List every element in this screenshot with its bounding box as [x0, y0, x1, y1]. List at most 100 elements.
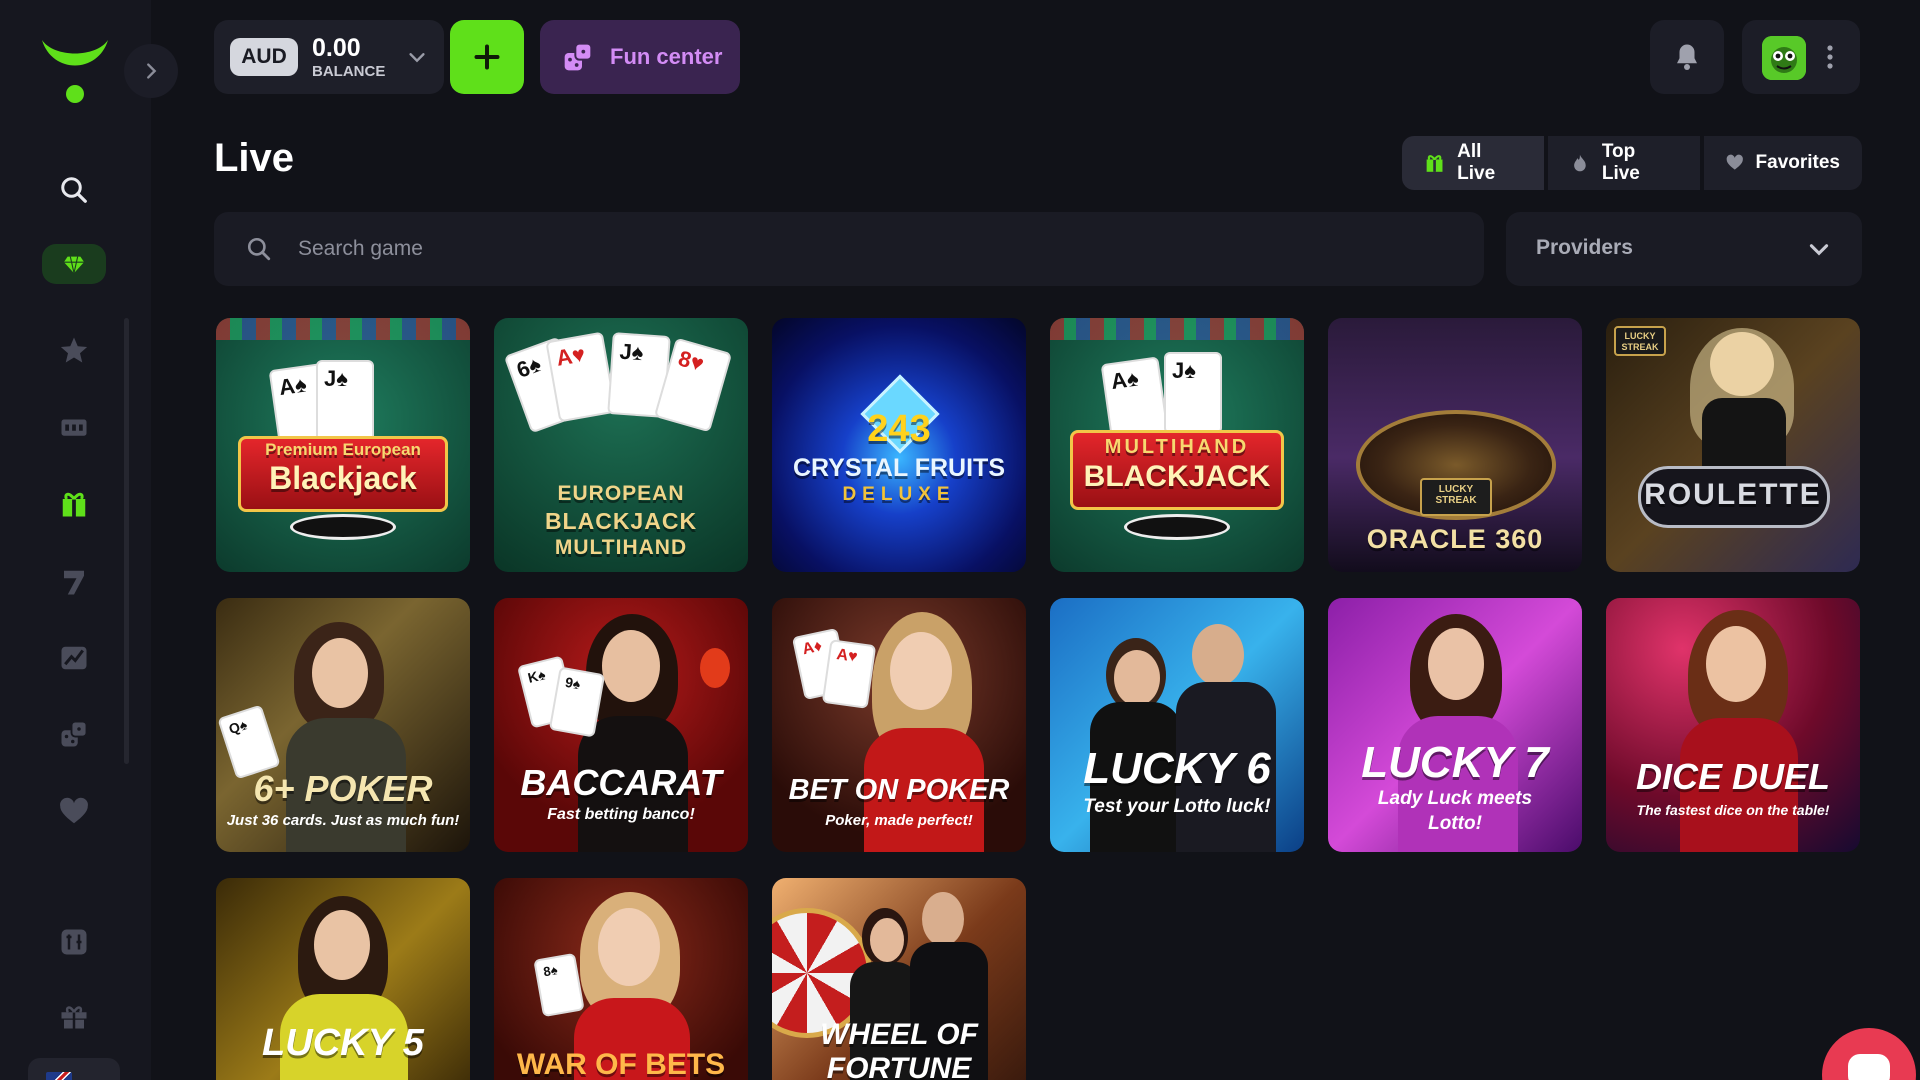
plus-icon — [474, 44, 500, 70]
heart-icon[interactable] — [50, 788, 98, 836]
game-title: LUCKY 5 — [262, 1022, 424, 1064]
profile-menu[interactable] — [1742, 20, 1860, 94]
providers-dropdown[interactable]: Providers — [1506, 212, 1862, 286]
tab-all-live-label: All Live — [1457, 141, 1496, 184]
chevron-down-icon — [1809, 244, 1829, 256]
game-tile[interactable]: A♦ A♥ BET ON POKER Poker, made perfect! — [772, 598, 1026, 852]
notifications-button[interactable] — [1650, 20, 1724, 94]
playing-card-icon: A♥ — [821, 639, 877, 709]
game-title: ORACLE 360 — [1366, 524, 1544, 554]
flame-icon — [1574, 154, 1586, 172]
game-subtitle: Fast betting banco! — [547, 806, 695, 823]
dealer-portrait — [922, 892, 964, 946]
live-chat-button[interactable] — [1822, 1028, 1916, 1080]
game-tile[interactable]: A♠ J♠ Premium European Blackjack — [216, 318, 470, 572]
dealer-portrait — [598, 908, 660, 986]
balance-selector[interactable]: AUD 0.00 BALANCE — [214, 20, 444, 94]
playing-card-icon: J♠ — [1164, 352, 1222, 434]
dice-icon[interactable] — [50, 710, 98, 758]
tab-favorites-label: Favorites — [1755, 152, 1840, 173]
fun-center-button[interactable]: Fun center — [540, 20, 740, 94]
game-tile[interactable]: A♠ J♠ MULTIHAND BLACKJACK — [1050, 318, 1304, 572]
game-tile[interactable]: LUCKY 7 Lady Luck meets Lotto! — [1328, 598, 1582, 852]
playing-card-icon: J♠ — [316, 360, 374, 442]
game-tile[interactable]: 6♠ A♥ J♠ 8♥ EUROPEAN BLACKJACK MULTIHAND — [494, 318, 748, 572]
chip-icon — [290, 514, 396, 540]
playing-card-icon: 8♠ — [533, 952, 585, 1018]
chips-decoration — [216, 318, 470, 340]
game-title: BET ON POKER — [788, 774, 1010, 806]
gem-icon[interactable] — [42, 244, 106, 284]
game-title: Blackjack — [269, 460, 417, 496]
star-icon[interactable] — [50, 326, 98, 374]
sidebar-expand-button[interactable] — [124, 44, 178, 98]
search-box — [214, 212, 1484, 286]
gift-icon[interactable] — [50, 480, 98, 528]
game-title-top: EUROPEAN — [557, 482, 685, 505]
bell-icon — [1677, 44, 1697, 70]
tab-all-live[interactable]: All Live — [1402, 136, 1544, 190]
deposit-button[interactable] — [450, 20, 524, 94]
heart-icon — [1726, 154, 1743, 170]
balance-label: BALANCE — [312, 63, 386, 80]
search-input[interactable] — [298, 212, 1448, 286]
dice-icon — [564, 42, 593, 71]
chevron-down-icon — [409, 53, 425, 63]
trend-icon[interactable] — [50, 634, 98, 682]
game-subtitle: Test your Lotto luck! — [1083, 796, 1271, 817]
game-title: ROULETTE — [1644, 478, 1822, 511]
dealer-portrait — [1114, 650, 1160, 706]
dealer-portrait — [312, 638, 368, 708]
seven-icon[interactable] — [50, 558, 98, 606]
game-title: LUCKY 7 — [1361, 738, 1549, 787]
game-title: LUCKY 6 — [1083, 744, 1271, 793]
more-options-icon[interactable] — [1826, 44, 1834, 70]
sidebar — [0, 0, 151, 1080]
language-selector[interactable] — [28, 1058, 120, 1080]
search-icon[interactable] — [50, 166, 98, 214]
game-tile[interactable]: K♠ 9♠ BACCARAT Fast betting banco! — [494, 598, 748, 852]
game-tile[interactable]: WHEEL OF FORTUNE — [772, 878, 1026, 1080]
ticket-icon[interactable] — [50, 403, 98, 451]
game-subtitle: Lady Luck meets Lotto! — [1377, 788, 1533, 834]
page-title: Live — [214, 136, 295, 180]
chip-icon — [1124, 514, 1230, 540]
lantern-icon — [700, 648, 730, 688]
lucky-streak-badge: LUCKY STREAK — [1614, 326, 1666, 356]
lucky-streak-badge: LUCKY STREAK — [1420, 478, 1492, 516]
fun-center-label: Fun center — [610, 44, 723, 69]
dealer-portrait — [314, 910, 370, 980]
gift-icon — [1426, 155, 1443, 172]
game-tile[interactable]: 243 CRYSTAL FRUITS DELUXE — [772, 318, 1026, 572]
game-tile[interactable]: LUCKY STREAK ORACLE 360 — [1328, 318, 1582, 572]
avatar[interactable] — [1762, 36, 1806, 80]
game-tile[interactable]: 8♠ WAR OF BETS — [494, 878, 748, 1080]
game-subtitle: The fastest dice on the table! — [1636, 802, 1830, 818]
sidebar-scrollbar[interactable] — [124, 318, 129, 764]
game-subtitle: Poker, made perfect! — [825, 812, 973, 829]
game-title: DICE DUEL — [1635, 756, 1830, 797]
filter-tabs: All Live Top Live Favorites — [1402, 136, 1862, 190]
currency-badge: AUD — [230, 38, 298, 76]
game-title: BLACKJACK — [1083, 460, 1271, 493]
chat-bubble-icon — [1848, 1054, 1890, 1080]
providers-label: Providers — [1536, 236, 1633, 259]
balance-amount: 0.00 — [312, 34, 361, 62]
tab-top-live-label: Top Live — [1601, 141, 1640, 184]
present-icon[interactable] — [50, 992, 98, 1040]
tab-top-live[interactable]: Top Live — [1548, 136, 1700, 190]
game-title: BLACKJACK — [544, 508, 698, 534]
dealer-portrait — [1428, 628, 1484, 700]
game-tile[interactable]: Q♠ 6+ POKER Just 36 cards. Just as much … — [216, 598, 470, 852]
game-tile[interactable]: LUCKY STREAK ROULETTE — [1606, 318, 1860, 572]
game-title-top: MULTIHAND — [1104, 436, 1250, 458]
game-tile[interactable]: LUCKY 5 — [216, 878, 470, 1080]
dealer-portrait — [1192, 624, 1244, 686]
game-tile[interactable]: DICE DUEL The fastest dice on the table! — [1606, 598, 1860, 852]
tab-favorites[interactable]: Favorites — [1704, 136, 1862, 190]
game-tile[interactable]: LUCKY 6 Test your Lotto luck! — [1050, 598, 1304, 852]
logo[interactable] — [38, 34, 112, 106]
dealer-portrait — [602, 630, 660, 702]
dealer-portrait — [870, 918, 904, 962]
joystick-icon[interactable] — [50, 918, 98, 966]
